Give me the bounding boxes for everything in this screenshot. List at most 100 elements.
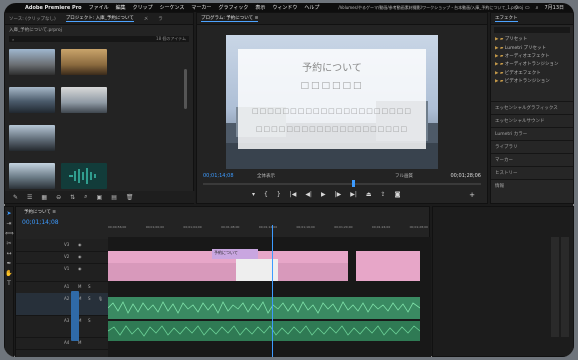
time-ruler[interactable]: 00;00;56;00 00;01;00;00 00;01;04;00 00;0… (108, 225, 428, 231)
section-lumetri-color[interactable]: Lumetri カラー (491, 127, 573, 140)
menu-edit[interactable]: 編集 (116, 4, 126, 11)
project-search[interactable]: ⌕ 18 個のアイテム (9, 36, 189, 42)
add-button-icon[interactable]: + (469, 191, 475, 199)
track-a3[interactable]: A4 M (16, 337, 108, 350)
menu-sequence[interactable]: シーケンス (160, 4, 185, 11)
thumbnail-clip[interactable]: DSC_0002.MP4 (61, 49, 107, 75)
timeline-tracks[interactable]: 予約について (108, 237, 431, 357)
thumbnail-clip[interactable]: DSC_0005.MP4 (9, 125, 55, 151)
mark-out-icon[interactable]: } (277, 191, 281, 198)
fx-audio-transitions[interactable]: ▶ ▰ オーディオトランジション (491, 60, 573, 68)
tab-libraries[interactable]: ラ (158, 16, 163, 22)
thumbnail-audio[interactable]: AUDIO_01.wav (61, 163, 107, 189)
program-playhead[interactable] (352, 180, 355, 187)
type-tool-icon[interactable]: T (5, 280, 13, 287)
new-bin-icon[interactable]: ▣ (97, 194, 103, 201)
tab-project[interactable]: プロジェクト: 入庫_予約について (65, 15, 134, 22)
tab-media[interactable]: メ (144, 16, 149, 22)
track-a2[interactable]: A3 M S (16, 315, 108, 338)
eye-icon[interactable]: ◉ (78, 242, 82, 247)
menu-file[interactable]: ファイル (89, 4, 109, 11)
source-patch[interactable] (71, 291, 79, 341)
new-item-icon[interactable]: ▤ (111, 194, 117, 201)
razor-tool-icon[interactable]: ✂ (5, 240, 13, 247)
section-essential-sound[interactable]: エッセンシャルサウンド (491, 114, 573, 127)
menu-clip[interactable]: クリップ (133, 4, 153, 11)
timeline-timecode[interactable]: 00;01;14;08 (22, 219, 59, 226)
pencil-icon[interactable]: ✎ (13, 194, 18, 201)
solo-icon[interactable]: S (88, 318, 91, 323)
timeline-tab[interactable]: 予約について ≡ (16, 207, 429, 217)
thumbnail-clip[interactable]: DSC_0004.MP4 (61, 87, 107, 113)
timeline-playhead[interactable] (272, 225, 273, 357)
fx-video-transitions[interactable]: ▶ ▰ ビデオトランジション (491, 77, 573, 85)
section-info[interactable]: 情報 (491, 179, 573, 192)
tab-source[interactable]: ソース: (クリップなし) (9, 16, 56, 22)
eye-icon[interactable]: ◉ (78, 254, 82, 259)
menu-graphic[interactable]: グラフィック (218, 4, 248, 11)
section-history[interactable]: ヒストリー (491, 166, 573, 179)
quality-select[interactable]: フル画質 (395, 173, 413, 179)
list-view-icon[interactable]: ☰ (27, 194, 32, 201)
menu-window[interactable]: ウィンドウ (272, 4, 297, 11)
ruler-label: 00;01;16;00 (296, 225, 315, 229)
search-icon[interactable]: ⌕ (84, 193, 87, 201)
thumbnail-clip[interactable]: DSC_0003.MP4 (9, 87, 55, 113)
program-timecode[interactable]: 00;01;14;08 (203, 173, 234, 179)
project-scrollbar[interactable] (184, 69, 187, 109)
marker-icon[interactable]: ▾ (252, 191, 255, 198)
tab-effects[interactable]: エフェクト (495, 15, 518, 22)
battery-icon[interactable]: ▭ (525, 5, 530, 11)
track-v1[interactable]: V1 ◉ (16, 263, 108, 282)
video-clip-end[interactable] (356, 251, 420, 281)
menu-view[interactable]: 表示 (255, 4, 265, 11)
fx-lumetri-presets[interactable]: ▶ ▰ Lumetri プリセット (491, 43, 573, 51)
search-icon[interactable]: ⌕ (536, 5, 539, 11)
solo-icon[interactable]: S (88, 284, 91, 289)
fx-video-effects[interactable]: ▶ ▰ ビデオエフェクト (491, 69, 573, 77)
pen-tool-icon[interactable]: ✒ (5, 260, 13, 267)
eye-icon[interactable]: ◉ (78, 266, 82, 271)
tab-program[interactable]: プログラム: 予約について ≡ (201, 15, 259, 22)
fx-presets[interactable]: ▶ ▰ プリセット (491, 35, 573, 43)
ripple-edit-icon[interactable]: ⟺ (5, 230, 14, 237)
step-forward-icon[interactable]: |▶ (335, 191, 342, 198)
zoom-select[interactable]: 全体表示 (257, 173, 275, 179)
mute-icon[interactable]: M (78, 284, 81, 289)
slip-tool-icon[interactable]: ↔ (5, 250, 13, 257)
app-menu[interactable]: Adobe Premiere Pro (25, 5, 82, 11)
thumbnail-clip[interactable]: DSC_0001.MP4 (9, 49, 55, 75)
menu-marker[interactable]: マーカー (191, 4, 211, 11)
extract-icon[interactable]: ⇪ (381, 191, 386, 198)
program-scrubber[interactable] (203, 183, 481, 185)
lift-icon[interactable]: ⏏ (366, 191, 372, 198)
effects-search[interactable] (494, 27, 570, 33)
menu-help[interactable]: ヘルプ (304, 4, 319, 11)
ruler-label: 00;01;08;00 (221, 225, 240, 229)
thumbnail-clip[interactable]: DSC_0006.MP4 (9, 163, 55, 189)
goto-out-icon[interactable]: ▶| (350, 191, 357, 198)
play-icon[interactable]: ▶ (321, 191, 326, 198)
step-back-icon[interactable]: ◀| (305, 191, 312, 198)
section-markers[interactable]: マーカー (491, 153, 573, 166)
goto-in-icon[interactable]: |◀ (290, 191, 297, 198)
title-clip[interactable]: 予約について (212, 249, 258, 259)
trash-icon[interactable]: 🗑 (126, 194, 134, 201)
wifi-icon[interactable]: ⌔ (514, 5, 519, 11)
section-essential-graphics[interactable]: エッセンシャルグラフィックス (491, 101, 573, 114)
grid-view-icon[interactable]: ▦ (41, 194, 47, 201)
selection-tool-icon[interactable]: ➤ (5, 210, 13, 217)
clock[interactable]: 7月13日 (544, 4, 564, 11)
fx-audio-effects[interactable]: ▶ ▰ オーディオエフェクト (491, 52, 573, 60)
mic-icon[interactable]: 🎙 (98, 296, 103, 301)
hand-tool-icon[interactable]: ✋ (5, 270, 13, 277)
solo-icon[interactable]: S (88, 296, 91, 301)
track-a1[interactable]: A2 M S 🎙 (16, 293, 108, 316)
track-select-icon[interactable]: ⇥ (5, 220, 13, 227)
section-libraries[interactable]: ライブラリ (491, 140, 573, 153)
camera-icon[interactable]: ◙ (395, 191, 401, 198)
mark-in-icon[interactable]: { (264, 191, 268, 198)
video-clip-v1[interactable] (108, 263, 348, 281)
sort-icon[interactable]: ⇅ (70, 194, 75, 201)
zoom-slider-icon[interactable]: ⊖ (56, 194, 61, 201)
